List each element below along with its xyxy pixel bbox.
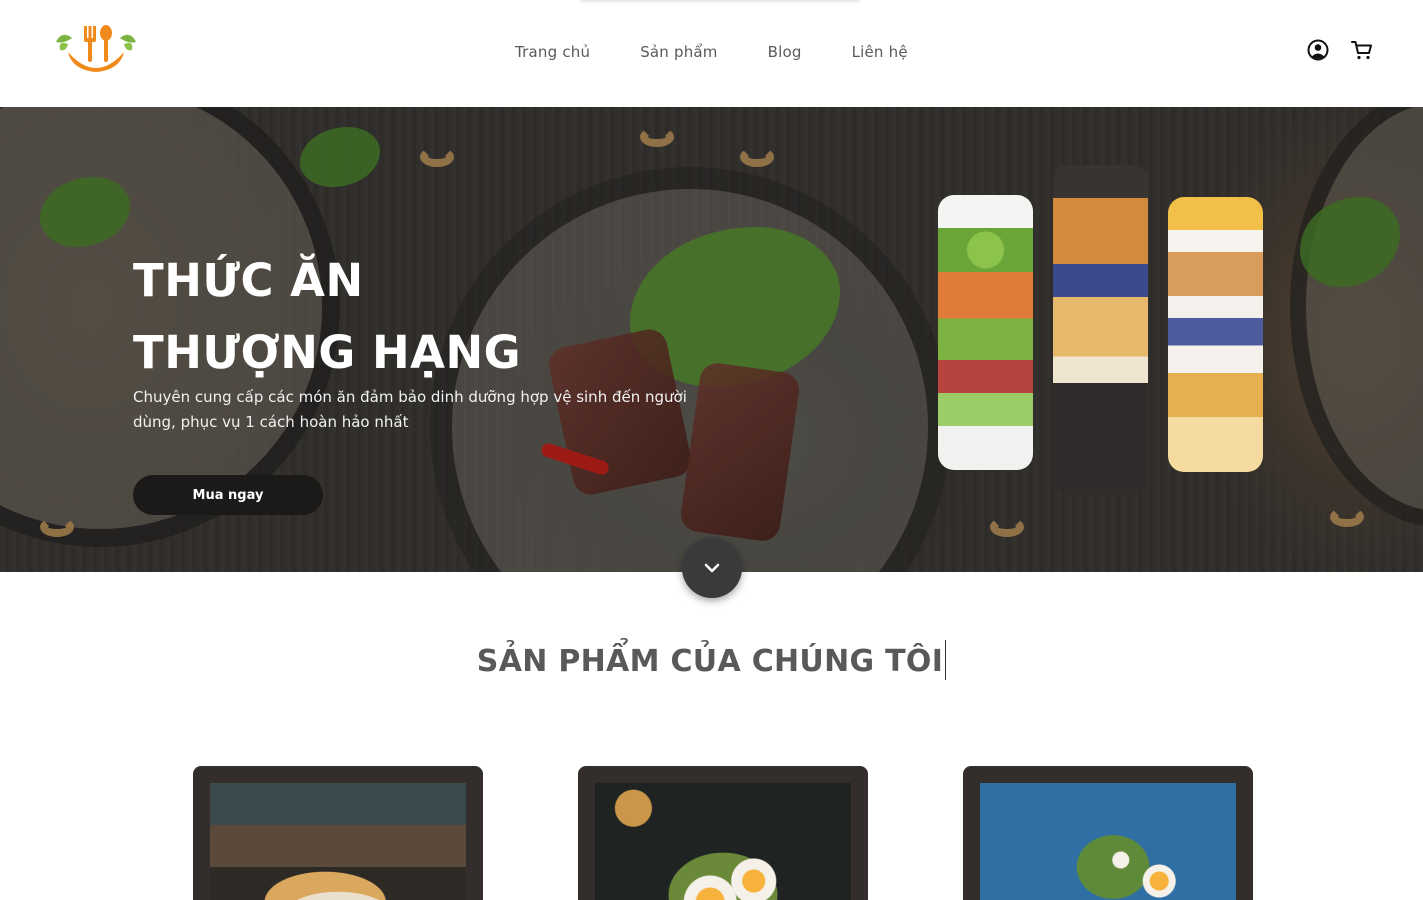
chevron-down-icon: [704, 563, 720, 573]
text-cursor: [945, 639, 947, 680]
products-title-text: SẢN PHẨM CỦA CHÚNG TÔI: [476, 644, 944, 679]
product-card[interactable]: [963, 766, 1253, 900]
product-card[interactable]: [193, 766, 483, 900]
hero-subtitle: Chuyên cung cấp các món ăn đảm bảo dinh …: [133, 388, 687, 431]
header-shadow: [580, 0, 860, 4]
hero-title: THỨC ĂN THƯỢNG HẠNG: [133, 245, 653, 389]
product-image[interactable]: [210, 783, 466, 900]
main-nav: Trang chủ Sản phẩm Blog Liên hệ: [515, 43, 908, 61]
fork-spoon-logo[interactable]: [48, 22, 144, 78]
nav-contact[interactable]: Liên hệ: [852, 43, 908, 61]
product-card[interactable]: [578, 766, 868, 900]
products-section-title: SẢN PHẨM CỦA CHÚNG TÔI: [0, 639, 1423, 680]
buy-now-button[interactable]: Mua ngay: [133, 475, 323, 515]
hero-title-line2: THƯỢNG HẠNG: [133, 326, 522, 379]
hero-food-image-2: [1053, 165, 1148, 495]
cart-icon[interactable]: [1350, 38, 1374, 62]
user-icon[interactable]: [1306, 38, 1330, 62]
nav-home[interactable]: Trang chủ: [515, 43, 590, 61]
scroll-down-button[interactable]: [682, 538, 742, 598]
hero-food-image-1: [938, 195, 1033, 470]
hero-title-line1: THỨC ĂN: [133, 254, 364, 307]
site-header: Trang chủ Sản phẩm Blog Liên hệ: [0, 0, 1423, 107]
nav-products[interactable]: Sản phẩm: [640, 43, 717, 61]
product-image[interactable]: [595, 783, 851, 900]
product-image[interactable]: [980, 783, 1236, 900]
hero-food-image-3: [1168, 197, 1263, 472]
nav-blog[interactable]: Blog: [768, 43, 802, 61]
hero-banner: THỨC ĂN THƯỢNG HẠNG Chuyên cung cấp các …: [0, 107, 1423, 572]
